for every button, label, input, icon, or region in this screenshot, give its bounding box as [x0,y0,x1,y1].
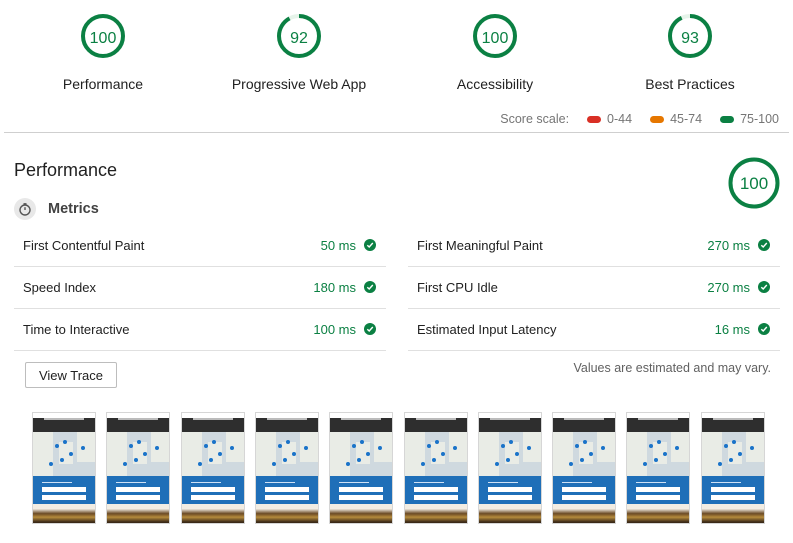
check-icon [758,281,770,293]
metric-row: First Meaningful Paint 270 ms [408,224,780,267]
gauge-ring: 100 [81,14,125,58]
check-icon [758,323,770,335]
check-icon [364,281,376,293]
filmstrip-frame [254,412,319,524]
filmstrip-frame [626,412,691,524]
gauge-label: Progressive Web App [231,76,367,92]
average-dot-icon [650,115,665,123]
filmstrip-frame [477,412,542,524]
metric-row: First CPU Idle 270 ms [408,266,780,309]
filmstrip-frame [403,412,468,524]
filmstrip-frame [700,412,765,524]
filmstrip-frame [106,412,171,524]
gauge-label: Accessibility [456,76,534,92]
gauge-score: 92 [290,30,308,47]
check-icon [758,239,770,251]
filmstrip-frame [329,412,394,524]
gauge-ring: 93 [668,14,712,58]
metric-name: First CPU Idle [417,279,498,295]
section-title: Performance [14,160,118,180]
metric-value: 50 ms [320,237,356,253]
metric-row: Time to Interactive 100 ms [14,308,386,351]
metric-row: First Contentful Paint 50 ms [14,224,386,267]
section-divider [4,132,789,133]
gauge-pwa[interactable]: 92 Progressive Web App [219,14,379,92]
performance-score-gauge: 100 [728,157,780,209]
gauge-label: Best Practices [645,76,735,92]
pass-dot-icon [720,115,735,123]
scale-range-fail: 0-44 [587,112,632,126]
performance-score: 100 [739,174,769,193]
filmstrip-frame [180,412,245,524]
stopwatch-icon [14,198,36,220]
metric-row: Estimated Input Latency 16 ms [408,308,780,351]
gauge-ring: 100 [473,14,517,58]
metric-value: 270 ms [707,237,750,253]
metric-name: Time to Interactive [23,321,130,337]
filmstrip-frame [552,412,617,524]
scale-range-label: 75-100 [740,112,779,126]
metric-row: Speed Index 180 ms [14,266,386,309]
fail-dot-icon [587,115,602,123]
score-scale-label: Score scale: [500,112,570,126]
scale-range-label: 0-44 [607,112,633,126]
gauge-ring: 92 [277,14,321,58]
check-icon [364,323,376,335]
metrics-header: Metrics [14,198,99,220]
estimate-note: Values are estimated and may vary. [573,361,771,375]
gauge-score: 100 [89,30,117,47]
metric-value: 100 ms [313,321,356,337]
gauge-score: 93 [681,30,699,47]
metric-name: First Contentful Paint [23,237,145,253]
metric-value: 16 ms [714,321,750,337]
gauge-performance[interactable]: 100 Performance [23,14,183,92]
scale-range-label: 45-74 [670,112,703,126]
metric-name: Estimated Input Latency [417,321,557,337]
gauge-accessibility[interactable]: 100 Accessibility [415,14,575,92]
metric-value: 270 ms [707,279,750,295]
filmstrip-frame [32,412,96,524]
metric-value: 180 ms [313,279,356,295]
gauge-best-practices[interactable]: 93 Best Practices [610,14,770,92]
metric-name: Speed Index [23,279,97,295]
score-scale-legend: Score scale: 0-44 45-74 75-100 [500,112,779,126]
check-icon [364,239,376,251]
gauge-score: 100 [481,30,509,47]
metrics-title: Metrics [48,201,99,217]
scale-range-pass: 75-100 [720,112,779,126]
metric-name: First Meaningful Paint [417,237,543,253]
gauge-label: Performance [62,76,144,92]
scale-range-average: 45-74 [650,112,702,126]
view-trace-button[interactable]: View Trace [25,362,117,388]
